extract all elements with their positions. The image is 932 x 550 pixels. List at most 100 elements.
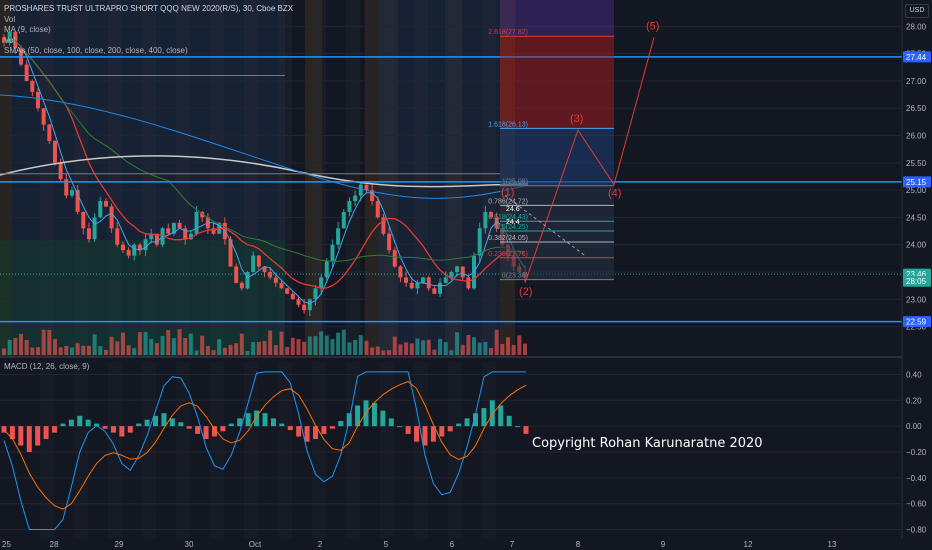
macd-histogram-bar xyxy=(405,426,411,434)
volume-bar xyxy=(2,348,6,355)
candle-body xyxy=(421,277,426,283)
candle-body xyxy=(273,277,278,283)
macd-histogram-bar xyxy=(245,413,251,427)
macd-histogram-bar xyxy=(161,413,167,427)
candle-body xyxy=(132,244,137,256)
symbol-title[interactable]: PROSHARES TRUST ULTRAPRO SHORT QQQ NEW 2… xyxy=(4,4,293,15)
candle-body xyxy=(313,288,318,300)
candle-body xyxy=(239,282,244,289)
volume-bar xyxy=(370,347,375,355)
volume-bar xyxy=(211,350,216,355)
volume-bar xyxy=(285,346,290,355)
volume-bar xyxy=(273,345,278,355)
candle-body xyxy=(426,277,431,289)
candle-body xyxy=(404,277,409,283)
macd-histogram-bar xyxy=(85,419,91,427)
volume-bar xyxy=(251,342,256,355)
macd-histogram-bar xyxy=(68,419,74,427)
volume-bar xyxy=(523,343,527,355)
chart-legend: PROSHARES TRUST ULTRAPRO SHORT QQQ NEW 2… xyxy=(4,4,293,57)
candle-body xyxy=(52,140,57,163)
volume-bar xyxy=(477,342,482,355)
macd-stripe xyxy=(346,362,360,538)
volume-bar xyxy=(24,340,29,355)
price-tick-label: 23.00 xyxy=(906,295,927,304)
volume-bar xyxy=(30,347,35,355)
volume-bar xyxy=(500,343,505,355)
price-chart[interactable]: 2.618(27.82) 1.618(26.13) 1(25.08) 0.786(24… xyxy=(0,0,932,550)
macd-tick-label: −0.80 xyxy=(906,526,927,535)
volume-bar xyxy=(171,338,176,355)
fib-level-label: 1(25.08) xyxy=(502,179,528,186)
macd-histogram-bar xyxy=(464,418,470,427)
wave-label: (3) xyxy=(570,113,583,125)
macd-stripe xyxy=(40,362,54,538)
macd-tick-label: 0.20 xyxy=(906,396,922,405)
fib-zone-extension xyxy=(500,36,614,129)
macd-stripe xyxy=(244,362,258,538)
volume-bar xyxy=(194,350,199,355)
macd-tick-label: 0.40 xyxy=(906,370,922,379)
candle-body xyxy=(432,288,437,294)
volume-bar xyxy=(511,344,516,355)
volume-bar xyxy=(177,329,182,355)
time-tick-label: 13 xyxy=(828,540,837,549)
currency-button[interactable]: USD xyxy=(905,4,929,18)
volume-bar xyxy=(307,336,312,355)
macd-stripe xyxy=(312,362,326,538)
volume-bar xyxy=(443,342,448,355)
legend-vol-2[interactable]: Vol xyxy=(4,36,293,47)
candle-body xyxy=(358,184,363,196)
macd-histogram-bar xyxy=(397,426,403,428)
volume-bar xyxy=(200,335,205,355)
macd-stripe xyxy=(210,362,224,538)
candle-body xyxy=(30,80,35,92)
volume-bar xyxy=(228,344,233,355)
wave-label: (1) xyxy=(501,187,514,199)
macd-stripe xyxy=(482,362,496,538)
candle-body xyxy=(449,271,454,278)
candle-body xyxy=(415,282,420,289)
candle-body xyxy=(58,162,63,180)
volume-bar xyxy=(517,335,522,355)
macd-histogram-bar xyxy=(110,426,116,433)
macd-histogram-bar xyxy=(371,402,377,427)
candle-body xyxy=(115,228,120,245)
candle-body xyxy=(234,266,239,283)
wave-label: (5) xyxy=(646,20,659,32)
price-badge-label: 22.59 xyxy=(906,318,927,327)
price-badge-label: 28:05 xyxy=(906,277,927,286)
price-tick-label: 25.00 xyxy=(906,186,927,195)
macd-histogram-bar xyxy=(481,408,487,427)
macd-tick-label: −0.40 xyxy=(906,474,927,483)
mark-24-6: 24.6 xyxy=(506,206,520,213)
volume-bar xyxy=(41,329,46,355)
time-tick-label: 7 xyxy=(510,540,515,549)
price-tick-label: 28.00 xyxy=(906,22,927,31)
mark-24-4: 24.4 xyxy=(506,219,520,226)
volume-bar xyxy=(404,342,409,355)
candle-body xyxy=(268,271,273,278)
macd-histogram-bar xyxy=(296,426,302,437)
macd-stripe xyxy=(108,362,122,538)
volume-bar xyxy=(183,338,188,355)
candle-body xyxy=(466,277,471,289)
legend-smas[interactable]: SMAs (50, close, 100, close, 200, close,… xyxy=(4,46,293,57)
macd-histogram-bar xyxy=(439,426,445,437)
macd-histogram-bar xyxy=(262,413,268,427)
legend-ma[interactable]: MA (9, close) xyxy=(4,25,293,36)
macd-histogram-bar xyxy=(321,426,327,434)
legend-vol[interactable]: Vol xyxy=(4,15,293,26)
time-tick-label: 12 xyxy=(744,540,753,549)
macd-histogram-bar xyxy=(338,420,344,427)
volume-bar xyxy=(494,329,499,355)
candle-body xyxy=(256,255,261,267)
candle-body xyxy=(285,288,290,294)
macd-histogram-bar xyxy=(102,426,108,429)
volume-bar xyxy=(296,339,301,355)
candle-body xyxy=(455,266,460,272)
macd-legend[interactable]: MACD (12, 26, close, 9) xyxy=(4,362,89,371)
volume-bar xyxy=(35,347,40,355)
macd-histogram-bar xyxy=(186,426,192,429)
price-badge-label: 27.44 xyxy=(906,53,927,62)
